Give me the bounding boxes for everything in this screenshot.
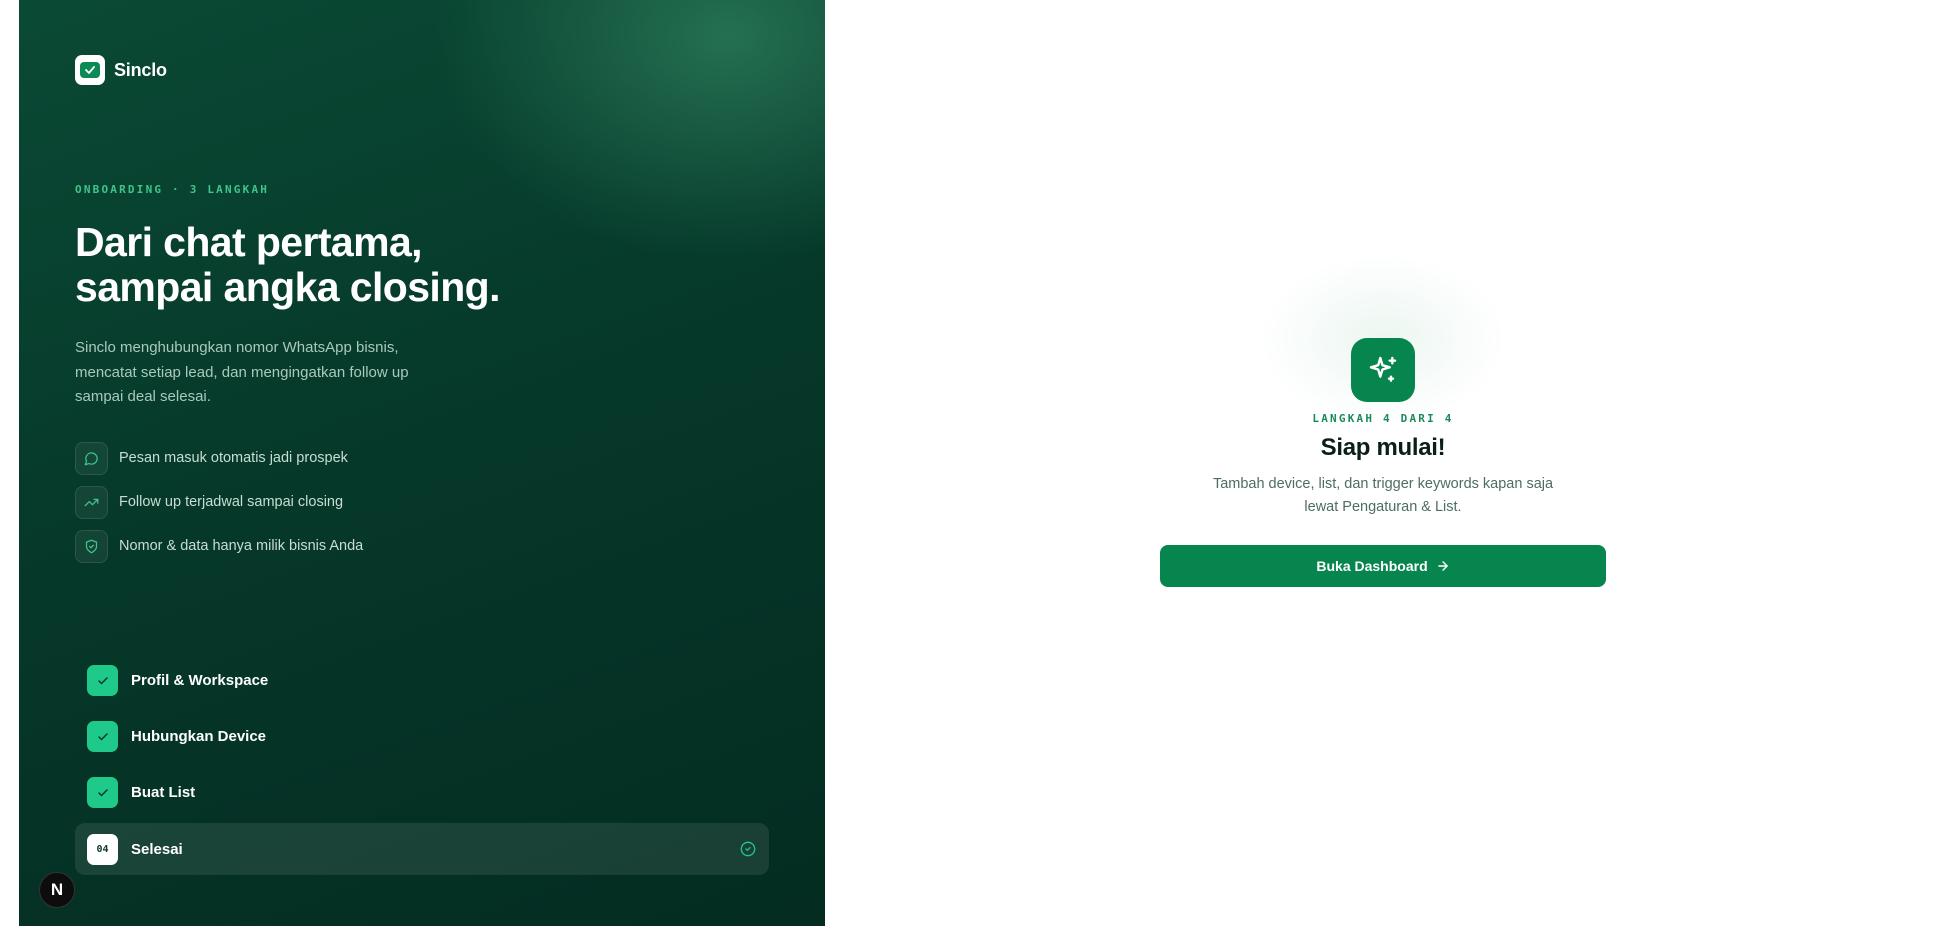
onboarding-content: LANGKAH 4 DARI 4 Siap mulai! Tambah devi…: [825, 0, 1933, 926]
onboarding-eyebrow: ONBOARDING · 3 LANGKAH: [75, 183, 270, 196]
check-icon: [87, 777, 118, 808]
onboarding-description: Sinclo menghubungkan nomor WhatsApp bisn…: [75, 339, 409, 405]
chat-check-icon: [75, 55, 105, 85]
step-finish[interactable]: 04 Selesai: [75, 823, 769, 875]
check-icon: [87, 721, 118, 752]
step-connect-device[interactable]: Hubungkan Device: [75, 711, 769, 762]
finish-card: LANGKAH 4 DARI 4 Siap mulai! Tambah devi…: [1160, 254, 1606, 594]
onboarding-headline: Dari chat pertama, sampai angka closing.: [75, 220, 675, 310]
step-create-list[interactable]: Buat List: [75, 767, 769, 818]
feature-item: Pesan masuk otomatis jadi prospek: [75, 441, 363, 475]
open-dashboard-button[interactable]: Buka Dashboard: [1160, 545, 1606, 587]
onboarding-sidebar: Sinclo ONBOARDING · 3 LANGKAH Dari chat …: [19, 0, 825, 926]
feature-list: Pesan masuk otomatis jadi prospek Follow…: [75, 441, 363, 573]
check-icon: [87, 665, 118, 696]
feature-item: Follow up terjadwal sampai closing: [75, 485, 363, 519]
feature-label: Nomor & data hanya milik bisnis Anda: [119, 538, 364, 554]
brand-name: Sinclo: [114, 59, 167, 80]
onboarding-steps: Profil & Workspace Hubungkan Device Buat…: [75, 655, 769, 880]
dev-tools-badge[interactable]: N: [39, 872, 75, 908]
feature-label: Pesan masuk otomatis jadi prospek: [119, 450, 348, 466]
step-label: Hubungkan Device: [131, 728, 267, 745]
feature-label: Follow up terjadwal sampai closing: [119, 494, 344, 510]
sparkles-icon: [1351, 338, 1415, 402]
shield-check-icon: [75, 529, 108, 563]
step-label: Buat List: [131, 784, 196, 801]
arrow-right-icon: [1437, 561, 1448, 571]
onboarding-page: Sinclo ONBOARDING · 3 LANGKAH Dari chat …: [0, 0, 1933, 926]
circle-check-icon: [739, 840, 757, 858]
headline-line-1: Dari chat pertama,: [75, 219, 423, 265]
brand[interactable]: Sinclo: [75, 55, 167, 85]
feature-item: Nomor & data hanya milik bisnis Anda: [75, 529, 363, 563]
step-profile-workspace[interactable]: Profil & Workspace: [75, 655, 769, 706]
message-circle-icon: [75, 441, 108, 475]
step-counter: LANGKAH 4 DARI 4: [1312, 412, 1454, 425]
ready-title: Siap mulai!: [1320, 434, 1446, 461]
trending-up-icon: [75, 485, 108, 519]
step-label: Selesai: [131, 840, 183, 858]
headline-line-2: sampai angka closing.: [75, 264, 500, 310]
ready-description: Tambah device, list, dan trigger keyword…: [1212, 476, 1554, 515]
step-label: Profil & Workspace: [131, 672, 269, 689]
button-label: Buka Dashboard: [1316, 558, 1428, 574]
step-number: 04: [87, 833, 118, 865]
